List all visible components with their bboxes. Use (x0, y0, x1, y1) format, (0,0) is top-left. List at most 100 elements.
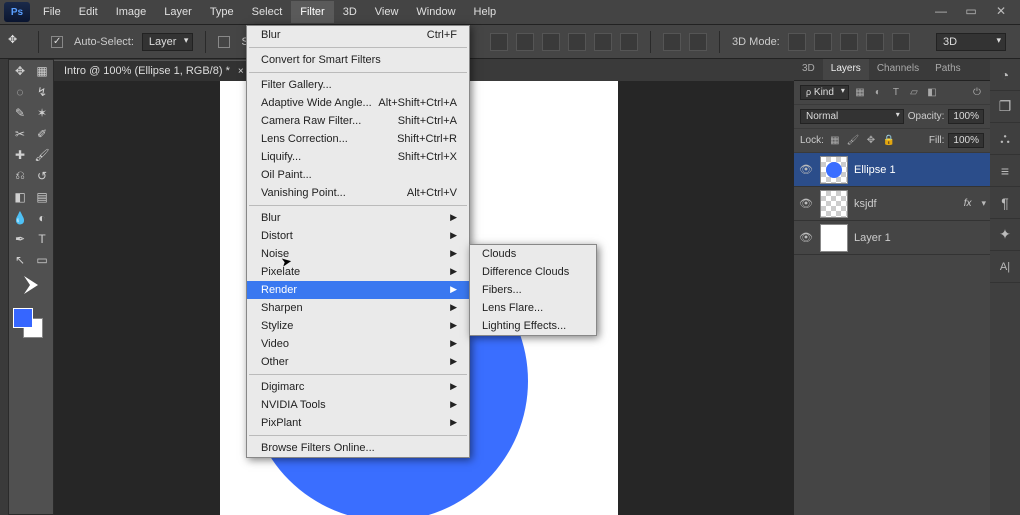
menu-help[interactable]: Help (465, 1, 506, 23)
menu-item[interactable]: Adaptive Wide Angle...Alt+Shift+Ctrl+A (247, 94, 469, 112)
menu-item[interactable]: Liquify...Shift+Ctrl+X (247, 148, 469, 166)
menu-item[interactable]: Video▶ (247, 335, 469, 353)
align-icon[interactable] (542, 33, 560, 51)
minimize-button[interactable]: — (926, 3, 956, 19)
submenu-item[interactable]: Lens Flare... (470, 299, 596, 317)
align-icon[interactable] (594, 33, 612, 51)
filter-pixel-icon[interactable]: ▦ (853, 86, 867, 100)
layer-row[interactable]: 👁ksjdffx▾ (794, 187, 990, 221)
3d-icon[interactable] (788, 33, 806, 51)
menu-item[interactable]: Render▶ (247, 281, 469, 299)
align-icon[interactable] (490, 33, 508, 51)
show-transform-checkbox[interactable] (218, 36, 230, 48)
menu-select[interactable]: Select (243, 1, 292, 23)
layer-row[interactable]: 👁Layer 1 (794, 221, 990, 255)
panel-tab-paths[interactable]: Paths (927, 59, 969, 80)
crop-tool[interactable]: ✂ (9, 123, 31, 144)
pen-tool[interactable]: ✒ (9, 228, 31, 249)
menu-edit[interactable]: Edit (70, 1, 107, 23)
auto-select-checkbox[interactable] (51, 36, 63, 48)
layer-row[interactable]: 👁Ellipse 1 (794, 153, 990, 187)
menu-image[interactable]: Image (107, 1, 156, 23)
align-icon[interactable] (568, 33, 586, 51)
panel-icon[interactable]: ✦ (990, 219, 1020, 251)
healing-tool[interactable]: ✚ (9, 144, 31, 165)
fx-badge[interactable]: fx (964, 198, 972, 209)
menu-item[interactable]: Digimarc▶ (247, 378, 469, 396)
workspace-select[interactable]: 3D (936, 33, 1006, 51)
maximize-button[interactable]: ▭ (956, 3, 986, 19)
filter-adj-icon[interactable]: ◐ (871, 86, 885, 100)
menu-item[interactable]: Camera Raw Filter...Shift+Ctrl+A (247, 112, 469, 130)
menu-item[interactable]: Stylize▶ (247, 317, 469, 335)
clone-tool[interactable]: ⎌ (9, 165, 31, 186)
submenu-item[interactable]: Difference Clouds (470, 263, 596, 281)
menu-item[interactable]: Convert for Smart Filters (247, 51, 469, 69)
distribute-icon[interactable] (663, 33, 681, 51)
menu-type[interactable]: Type (201, 1, 243, 23)
lock-all-icon[interactable]: 🔒 (882, 134, 896, 148)
menu-item[interactable]: Distort▶ (247, 227, 469, 245)
panel-tab-channels[interactable]: Channels (869, 59, 927, 80)
close-tab-icon[interactable]: × (238, 66, 244, 77)
visibility-icon[interactable]: 👁 (798, 197, 814, 210)
menu-item[interactable]: Browse Filters Online... (247, 439, 469, 457)
menu-item[interactable]: PixPlant▶ (247, 414, 469, 432)
menu-item[interactable]: Sharpen▶ (247, 299, 469, 317)
panel-icon[interactable]: ¶ (990, 187, 1020, 219)
layer-thumbnail[interactable] (820, 156, 848, 184)
marquee-tool[interactable]: ◌ (9, 81, 31, 102)
move-tool[interactable]: ✥ (9, 60, 31, 81)
distribute-icon[interactable] (689, 33, 707, 51)
submenu-item[interactable]: Fibers... (470, 281, 596, 299)
visibility-icon[interactable]: 👁 (798, 163, 814, 176)
layer-thumbnail[interactable] (820, 190, 848, 218)
panel-tab-layers[interactable]: Layers (823, 59, 869, 80)
menu-item[interactable]: BlurCtrl+F (247, 26, 469, 44)
dodge-tool[interactable]: ◐ (31, 207, 53, 228)
menu-window[interactable]: Window (407, 1, 464, 23)
close-button[interactable]: ✕ (986, 3, 1016, 19)
history-brush-tool[interactable]: ↺ (31, 165, 53, 186)
filter-toggle-icon[interactable]: ⏻ (970, 86, 984, 100)
artboard-tool[interactable]: ▦ (31, 60, 53, 81)
panel-icon[interactable]: ≡ (990, 155, 1020, 187)
menu-item[interactable]: Blur▶ (247, 209, 469, 227)
quick-select-tool[interactable]: ✎ (9, 102, 31, 123)
panel-icon[interactable]: A| (990, 251, 1020, 283)
submenu-item[interactable]: Clouds (470, 245, 596, 263)
menu-item[interactable]: NVIDIA Tools▶ (247, 396, 469, 414)
panel-icon[interactable]: ◔ (990, 59, 1020, 91)
lock-pixels-icon[interactable]: 🖌 (846, 134, 860, 148)
opacity-value[interactable]: 100% (948, 109, 984, 124)
filter-type-icon[interactable]: T (889, 86, 903, 100)
eyedropper-tool[interactable]: ✐ (31, 123, 53, 144)
blend-mode-select[interactable]: Normal (800, 109, 904, 124)
submenu-item[interactable]: Lighting Effects... (470, 317, 596, 335)
color-swatch[interactable] (9, 306, 49, 338)
menu-item[interactable]: Oil Paint... (247, 166, 469, 184)
brush-tool[interactable]: 🖌 (31, 144, 53, 165)
eraser-tool[interactable]: ◧ (9, 186, 31, 207)
3d-icon[interactable] (866, 33, 884, 51)
menu-item[interactable]: Vanishing Point...Alt+Ctrl+V (247, 184, 469, 202)
shape-tool[interactable]: ▭ (31, 249, 53, 270)
menu-item[interactable]: Filter Gallery... (247, 76, 469, 94)
lasso-tool[interactable]: ↯ (31, 81, 53, 102)
menu-item[interactable]: Other▶ (247, 353, 469, 371)
3d-icon[interactable] (892, 33, 910, 51)
menu-item[interactable]: Pixelate▶ (247, 263, 469, 281)
menu-view[interactable]: View (366, 1, 408, 23)
visibility-icon[interactable]: 👁 (798, 231, 814, 244)
panel-icon[interactable]: ❐ (990, 91, 1020, 123)
3d-icon[interactable] (814, 33, 832, 51)
expand-fx-icon[interactable]: ▾ (981, 198, 986, 209)
filter-smart-icon[interactable]: ◧ (925, 86, 939, 100)
gradient-tool[interactable]: ▤ (31, 186, 53, 207)
magic-wand-tool[interactable]: ✶ (31, 102, 53, 123)
document-tab[interactable]: Intro @ 100% (Ellipse 1, RGB/8) *× (54, 60, 254, 81)
lock-position-icon[interactable]: ✥ (864, 134, 878, 148)
filter-kind-select[interactable]: ρ Kind (800, 85, 849, 100)
blur-tool[interactable]: 💧 (9, 207, 31, 228)
panel-icon[interactable]: ⛬ (990, 123, 1020, 155)
